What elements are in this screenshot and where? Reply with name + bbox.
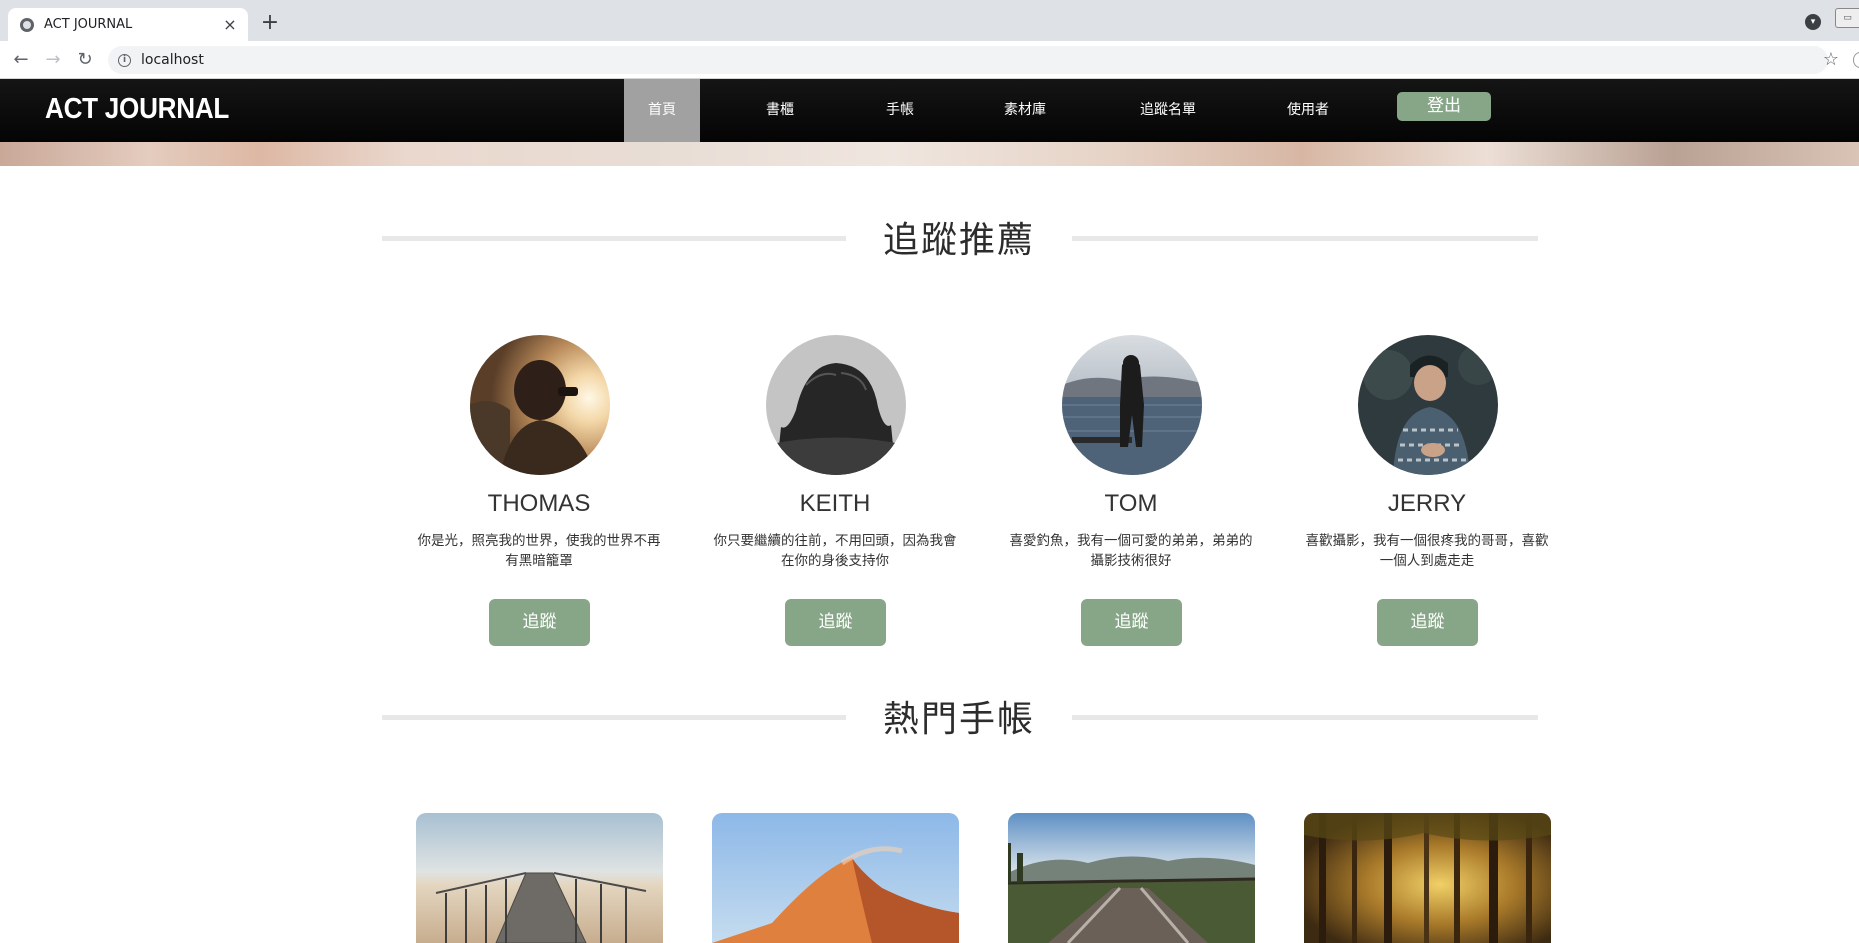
user-name: JERRY [1387,490,1467,517]
nav-home[interactable]: 首頁 [624,79,700,142]
avatar-jerry[interactable] [1358,335,1498,475]
avatar-tom[interactable] [1062,335,1202,475]
user-name: KEITH [799,490,871,517]
nav-journal[interactable]: 手帳 [860,79,940,142]
tab-search-icon[interactable]: ▾ [1805,14,1821,30]
nav-materials[interactable]: 素材庫 [985,79,1065,142]
new-tab-button[interactable]: + [257,11,283,37]
divider-line [1072,236,1538,241]
user-card-tom: TOM 喜愛釣魚，我有一個可愛的弟弟，弟弟的攝影技術很好 追蹤 [981,335,1281,647]
user-card-keith: KEITH 你只要繼續的往前，不用回頭，因為我會在你的身後支持你 追蹤 [685,335,985,647]
follow-button[interactable]: 追蹤 [1377,599,1478,646]
user-name: TOM [1104,490,1158,517]
nav-user[interactable]: 使用者 [1268,79,1348,142]
follow-button[interactable]: 追蹤 [785,599,886,646]
forward-arrow-icon[interactable]: → [41,48,65,72]
bookmark-star-icon[interactable]: ☆ [1823,48,1839,72]
tab-title: ACT JOURNAL [44,17,133,32]
follow-button[interactable]: 追蹤 [489,599,590,646]
user-card-thomas: THOMAS 你是光，照亮我的世界，使我的世界不再有黑暗籠罩 追蹤 [389,335,689,647]
user-card-jerry: JERRY 喜歡攝影，我有一個很疼我的哥哥，喜歡一個人到處走走 追蹤 [1277,335,1577,647]
back-arrow-icon[interactable]: ← [9,48,33,72]
site-navbar: ACT JOURNAL 首頁 書櫃 手帳 素材庫 追蹤名單 使用者 登出 [0,79,1859,142]
journal-card[interactable] [1304,813,1551,943]
avatar-keith[interactable] [766,335,906,475]
popular-heading: 熱門手帳 [0,686,1859,746]
site-logo[interactable]: ACT JOURNAL [45,93,229,126]
nav-bookshelf[interactable]: 書櫃 [740,79,820,142]
user-bio: 你只要繼續的往前，不用回頭，因為我會在你的身後支持你 [713,533,957,569]
user-bio: 喜歡攝影，我有一個很疼我的哥哥，喜歡一個人到處走走 [1305,533,1549,569]
url-text: localhost [141,52,204,68]
journal-card[interactable] [416,813,663,943]
close-tab-icon[interactable]: × [222,15,238,34]
hero-banner [0,142,1859,166]
avatar-thomas[interactable] [470,335,610,475]
browser-tab[interactable]: ACT JOURNAL × [8,8,248,41]
divider-line [382,236,846,241]
profile-icon[interactable] [1853,52,1859,68]
divider-line [382,715,846,720]
window-restore-icon[interactable]: ▭ [1835,8,1859,28]
journal-card[interactable] [1008,813,1255,943]
user-name: THOMAS [487,490,591,517]
popular-title: 熱門手帳 [882,699,1035,740]
logout-button[interactable]: 登出 [1397,92,1491,121]
follow-button[interactable]: 追蹤 [1081,599,1182,646]
divider-line [1072,715,1538,720]
reload-icon[interactable]: ↻ [73,48,97,72]
address-bar[interactable]: i localhost [108,46,1828,74]
recommend-title: 追蹤推薦 [882,220,1035,261]
user-bio: 喜愛釣魚，我有一個可愛的弟弟，弟弟的攝影技術很好 [1009,533,1253,569]
journal-card[interactable] [712,813,959,943]
nav-following[interactable]: 追蹤名單 [1118,79,1218,142]
browser-tabstrip: ACT JOURNAL × + ▾ ▭ [0,0,1859,41]
recommend-heading: 追蹤推薦 [0,207,1859,267]
globe-icon [20,17,34,32]
user-bio: 你是光，照亮我的世界，使我的世界不再有黑暗籠罩 [417,533,661,569]
browser-toolbar: ← → ↻ i localhost ☆ [0,41,1859,79]
info-icon[interactable]: i [118,53,131,67]
